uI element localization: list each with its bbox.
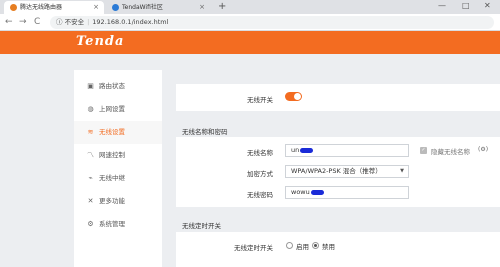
- tenda-favicon-icon: [10, 4, 17, 11]
- maximize-icon[interactable]: □: [462, 0, 470, 12]
- sidebar-item-more[interactable]: ✕ 更多功能: [74, 190, 162, 213]
- schedule-enable-label: 启用: [296, 243, 309, 251]
- encryption-label: 加密方式: [247, 170, 273, 178]
- gear-icon: ⚙: [87, 220, 94, 228]
- sidebar-item-label: 更多功能: [99, 197, 125, 205]
- repeater-icon: ⌁: [88, 174, 93, 182]
- minimize-icon[interactable]: —: [438, 0, 446, 12]
- internet-globe-icon: ◍: [87, 105, 94, 113]
- section-title-wireless-name: 无线名称和密码: [182, 128, 228, 136]
- sidebar-item-label: 无线中继: [99, 174, 125, 182]
- forward-icon[interactable]: →: [19, 14, 27, 31]
- sidebar-item-label: 上网设置: [99, 105, 125, 113]
- tab-title: 腾达无线路由器: [20, 4, 63, 11]
- browser-tab-active[interactable]: 腾达无线路由器 ×: [4, 1, 104, 14]
- close-tab-icon[interactable]: ×: [93, 1, 99, 14]
- tenda-logo: Tenda: [76, 34, 125, 49]
- close-window-icon[interactable]: ✕: [484, 0, 491, 12]
- close-tab-icon[interactable]: ×: [199, 1, 205, 14]
- wifi-icon: ≋: [87, 128, 94, 136]
- password-input[interactable]: wowu: [285, 186, 409, 199]
- sidebar-item-router-status[interactable]: ▣ 路由状态: [74, 75, 162, 98]
- reload-icon[interactable]: C: [34, 14, 40, 31]
- schedule-enable-radio[interactable]: [286, 242, 293, 249]
- hide-ssid-label: 隐藏无线名称: [431, 148, 470, 156]
- wireless-switch-toggle[interactable]: [285, 92, 302, 101]
- redaction-scribble: [300, 147, 314, 153]
- sidebar-item-speed-control[interactable]: 〽网速控制: [74, 144, 162, 167]
- section-title-wireless-schedule: 无线定时开关: [182, 222, 221, 230]
- sidebar-item-label: 网速控制: [99, 151, 125, 159]
- security-label: 不安全: [64, 18, 85, 26]
- password-value: wowu: [291, 188, 310, 196]
- brand-header: Tenda: [0, 31, 500, 54]
- address-bar[interactable]: ⓘ 不安全 | 192.168.0.1/index.html: [50, 16, 494, 29]
- back-icon[interactable]: ←: [5, 14, 13, 31]
- sidebar: ▣ 路由状态 ◍ 上网设置 ≋ 无线设置 〽网速控制 ⌁ 无线中继 ✕ 更多功能 ⚙ 系统管…: [74, 70, 162, 267]
- tendawifi-favicon-icon: [112, 4, 119, 11]
- new-tab-button[interactable]: +: [218, 0, 226, 14]
- speed-chart-icon: 〽: [87, 151, 94, 159]
- dropdown-arrow-icon: ▼: [400, 168, 404, 174]
- encryption-value: WPA/WPA2-PSK 混合（推荐）: [291, 167, 382, 175]
- ssid-label: 无线名称: [247, 149, 273, 157]
- redaction-scribble: [310, 189, 324, 195]
- browser-toolbar: ← → C ⓘ 不安全 | 192.168.0.1/index.html: [0, 14, 500, 31]
- url-text: 192.168.0.1/index.html: [92, 18, 169, 26]
- tools-icon: ✕: [87, 197, 94, 205]
- sidebar-item-label: 系统管理: [99, 220, 125, 228]
- schedule-disable-radio[interactable]: [312, 242, 319, 249]
- router-status-icon: ▣: [87, 82, 94, 90]
- sidebar-item-label: 路由状态: [99, 82, 125, 90]
- schedule-disable-label: 禁用: [322, 243, 335, 251]
- password-label: 无线密码: [247, 191, 273, 199]
- ssid-value: un: [291, 146, 300, 154]
- hide-ssid-checkbox[interactable]: ✓: [420, 147, 427, 154]
- browser-tab-inactive[interactable]: TendaWifi社区 ×: [106, 1, 210, 14]
- help-icon[interactable]: (⚙): [478, 146, 488, 154]
- sidebar-item-repeater[interactable]: ⌁ 无线中继: [74, 167, 162, 190]
- sidebar-item-label: 无线设置: [99, 128, 125, 136]
- tab-title: TendaWifi社区: [122, 4, 163, 11]
- sidebar-item-wireless[interactable]: ≋ 无线设置: [74, 121, 162, 144]
- sidebar-item-system[interactable]: ⚙ 系统管理: [74, 213, 162, 236]
- browser-tabstrip: 腾达无线路由器 × TendaWifi社区 × + — □ ✕: [0, 0, 500, 14]
- ssid-input[interactable]: un: [285, 144, 409, 157]
- sidebar-item-internet[interactable]: ◍ 上网设置: [74, 98, 162, 121]
- info-icon[interactable]: ⓘ: [56, 18, 63, 26]
- schedule-switch-label: 无线定时开关: [234, 244, 273, 252]
- encryption-select[interactable]: WPA/WPA2-PSK 混合（推荐） ▼: [285, 165, 409, 178]
- wireless-switch-label: 无线开关: [247, 96, 273, 104]
